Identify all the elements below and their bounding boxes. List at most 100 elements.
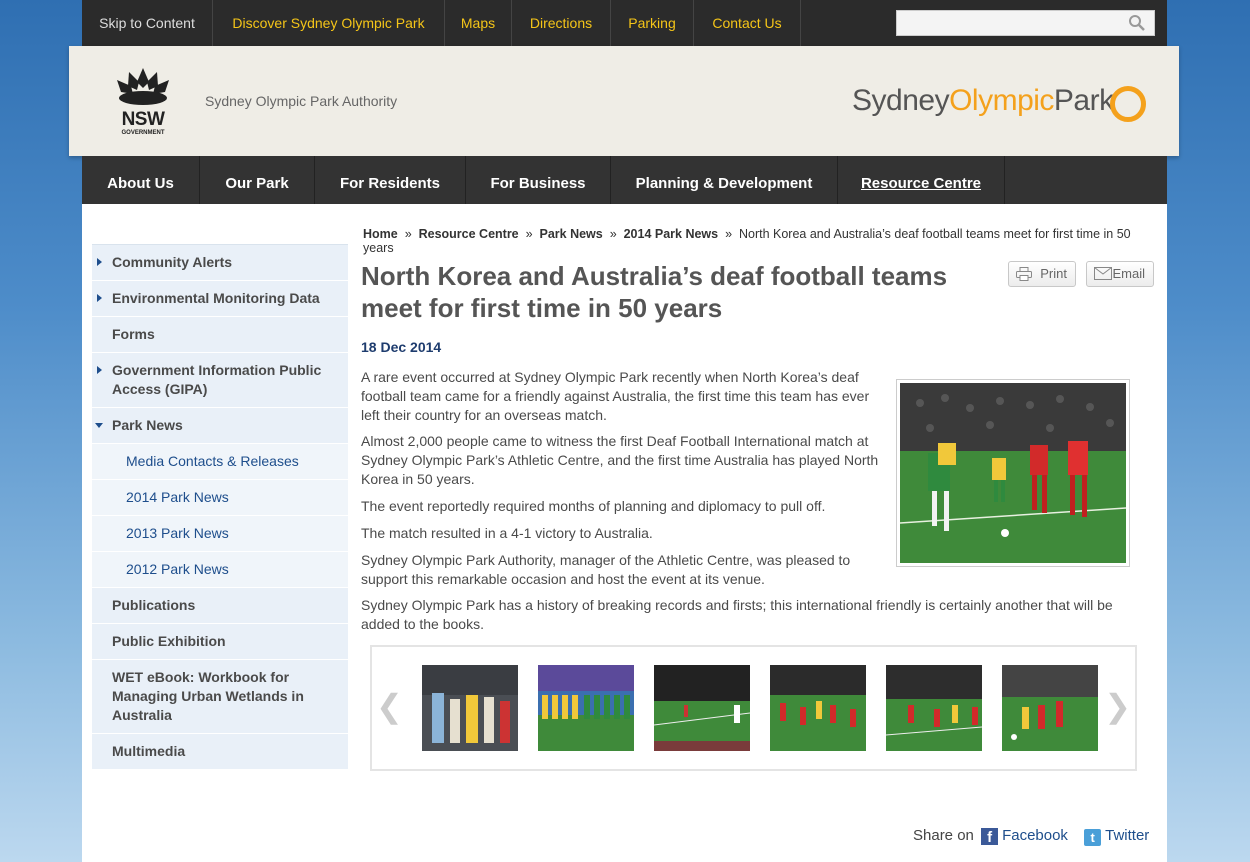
- gallery-thumbnail[interactable]: [770, 665, 866, 751]
- topbar-link-contact[interactable]: Contact Us: [694, 0, 801, 46]
- gallery-next-button[interactable]: ❯: [1104, 687, 1131, 725]
- sidebar-item-label: Environmental Monitoring Data: [112, 290, 320, 306]
- nsw-logo-subtext: GOVERNMENT: [121, 130, 165, 136]
- print-label: Print: [1040, 266, 1067, 281]
- brand-word-olympic: Olympic: [949, 84, 1054, 117]
- gallery-prev-button[interactable]: ❮: [376, 687, 403, 725]
- breadcrumb-separator: »: [525, 227, 533, 241]
- article-paragraph: Sydney Olympic Park has a history of bre…: [361, 597, 1113, 632]
- facebook-share-link[interactable]: Facebook: [1002, 827, 1068, 844]
- topbar-link-discover[interactable]: Discover Sydney Olympic Park: [213, 0, 445, 46]
- authority-name: Sydney Olympic Park Authority: [205, 93, 398, 109]
- sidebar-item-label: 2013 Park News: [126, 525, 229, 541]
- sidebar-item-gipa[interactable]: Government Information Public Access (GI…: [92, 353, 348, 408]
- twitter-icon[interactable]: t: [1084, 829, 1102, 846]
- nsw-government-logo[interactable]: NSW GOVERNMENT: [111, 66, 175, 136]
- sidebar-item-forms[interactable]: Forms: [92, 317, 348, 353]
- sidebar-item-label: 2014 Park News: [126, 489, 229, 505]
- sidebar-item-publications[interactable]: Publications: [92, 588, 348, 624]
- thumbnail-image: [886, 665, 982, 751]
- sydney-olympic-park-logo[interactable]: SydneyOlympicPark: [852, 84, 1114, 118]
- nav-label: About Us: [107, 175, 174, 192]
- thumbnail-image: [654, 665, 750, 751]
- email-button[interactable]: Email: [1086, 261, 1154, 287]
- thumbnail-image: [1002, 665, 1098, 751]
- sidebar-item-label: 2012 Park News: [126, 561, 229, 577]
- print-button[interactable]: Print: [1008, 261, 1076, 287]
- sidebar-item-wet-ebook[interactable]: WET eBook: Workbook for Managing Urban W…: [92, 660, 348, 734]
- article-paragraph: Almost 2,000 people came to witness the …: [361, 433, 879, 487]
- article-paragraph: The event reportedly required months of …: [361, 498, 826, 514]
- sidebar-item-label: Forms: [112, 326, 155, 342]
- gallery-thumbnail[interactable]: [422, 665, 518, 751]
- article-paragraph: The match resulted in a 4-1 victory to A…: [361, 525, 653, 541]
- sidebar-subitem-2012-news[interactable]: 2012 Park News: [92, 552, 348, 588]
- breadcrumb-home[interactable]: Home: [363, 227, 398, 241]
- caret-right-icon: [97, 258, 102, 266]
- brand-word-park: Park: [1053, 84, 1114, 117]
- sidebar-subitem-2013-news[interactable]: 2013 Park News: [92, 516, 348, 552]
- gallery-thumbnail[interactable]: [1002, 665, 1098, 751]
- breadcrumb-park-news[interactable]: Park News: [540, 227, 603, 241]
- nav-label: Planning & Development: [635, 175, 813, 192]
- topbar-link-maps[interactable]: Maps: [445, 0, 512, 46]
- sidebar: Community Alerts Environmental Monitorin…: [92, 244, 348, 770]
- sidebar-item-label: Media Contacts & Releases: [126, 453, 299, 469]
- nav-label: For Business: [490, 175, 586, 192]
- nav-planning-development[interactable]: Planning & Development: [611, 156, 838, 204]
- nav-label: Resource Centre: [860, 175, 982, 192]
- sidebar-item-label: Park News: [112, 417, 183, 433]
- nav-resource-centre[interactable]: Resource Centre: [838, 156, 1005, 204]
- topbar-link-directions[interactable]: Directions: [512, 0, 611, 46]
- twitter-share-link[interactable]: Twitter: [1105, 827, 1149, 844]
- sidebar-item-label: Community Alerts: [112, 254, 233, 270]
- nsw-logo-text: NSW: [121, 109, 165, 130]
- sidebar-item-label: Multimedia: [112, 743, 186, 759]
- image-gallery: ❮ ❯: [370, 645, 1137, 771]
- sidebar-item-label: Publications: [112, 597, 196, 613]
- article-paragraph: Sydney Olympic Park Authority, manager o…: [361, 552, 851, 587]
- breadcrumb-resource-centre[interactable]: Resource Centre: [419, 227, 519, 241]
- nav-for-business[interactable]: For Business: [466, 156, 611, 204]
- skip-to-content-link[interactable]: Skip to Content: [82, 0, 213, 46]
- breadcrumb: Home » Resource Centre » Park News » 201…: [363, 227, 1143, 255]
- gallery-thumbnail[interactable]: [886, 665, 982, 751]
- search-input[interactable]: [896, 10, 1155, 36]
- sidebar-item-environmental-monitoring[interactable]: Environmental Monitoring Data: [92, 281, 348, 317]
- printer-icon: [1016, 267, 1032, 281]
- nav-for-residents[interactable]: For Residents: [315, 156, 466, 204]
- article-paragraph: A rare event occurred at Sydney Olympic …: [361, 369, 870, 423]
- sidebar-item-multimedia[interactable]: Multimedia: [92, 734, 348, 770]
- sidebar-item-label: Public Exhibition: [112, 633, 226, 649]
- search-icon[interactable]: [1128, 14, 1146, 32]
- gallery-thumbnail[interactable]: [538, 665, 634, 751]
- envelope-icon: [1094, 267, 1112, 280]
- nav-about-us[interactable]: About Us: [82, 156, 200, 204]
- sidebar-item-label: WET eBook: Workbook for Managing Urban W…: [112, 669, 304, 723]
- sidebar-item-label: Government Information Public Access (GI…: [112, 362, 322, 397]
- breadcrumb-separator: »: [609, 227, 617, 241]
- site-header: NSW GOVERNMENT Sydney Olympic Park Autho…: [69, 46, 1179, 156]
- breadcrumb-2014-park-news[interactable]: 2014 Park News: [624, 227, 719, 241]
- facebook-icon[interactable]: f: [981, 828, 999, 846]
- caret-right-icon: [97, 294, 102, 302]
- sidebar-item-community-alerts[interactable]: Community Alerts: [92, 245, 348, 281]
- article-photo[interactable]: [896, 379, 1130, 567]
- nav-our-park[interactable]: Our Park: [200, 156, 315, 204]
- sidebar-subitem-2014-news[interactable]: 2014 Park News: [92, 480, 348, 516]
- gallery-thumbnail[interactable]: [654, 665, 750, 751]
- football-match-image: [900, 383, 1126, 563]
- thumbnail-image: [538, 665, 634, 751]
- brand-word-sydney: Sydney: [852, 84, 950, 117]
- page-title: North Korea and Australia’s deaf footbal…: [361, 261, 948, 323]
- topbar-link-parking[interactable]: Parking: [611, 0, 694, 46]
- nav-label: Our Park: [225, 175, 289, 192]
- breadcrumb-separator: »: [725, 227, 733, 241]
- sidebar-item-park-news[interactable]: Park News: [92, 408, 348, 444]
- share-bar: Share on f Facebook t Twitter: [913, 827, 1149, 846]
- sidebar-subitem-media-contacts[interactable]: Media Contacts & Releases: [92, 444, 348, 480]
- sidebar-item-public-exhibition[interactable]: Public Exhibition: [92, 624, 348, 660]
- nav-label: For Residents: [339, 175, 441, 192]
- article-date: 18 Dec 2014: [361, 339, 442, 355]
- brand-ring-icon: [1110, 86, 1146, 122]
